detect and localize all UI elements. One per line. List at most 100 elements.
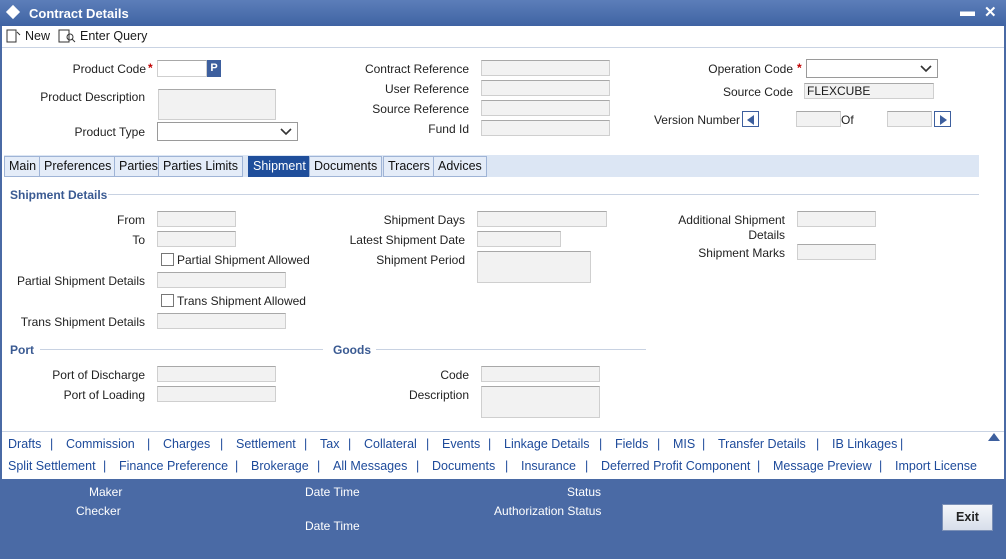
link-transfer-details[interactable]: Transfer Details — [718, 437, 806, 451]
shipment-period-label: Shipment Period — [376, 253, 465, 267]
link-separator: | — [816, 437, 820, 451]
link-message-preview[interactable]: Message Preview — [773, 459, 872, 473]
toolbar: New Enter Query — [0, 26, 1006, 48]
port-of-discharge-field[interactable] — [157, 366, 276, 382]
new-button-label: New — [25, 29, 51, 43]
link-ib-linkages[interactable]: IB Linkages — [832, 437, 897, 451]
source-reference-field[interactable] — [481, 100, 610, 116]
product-code-required-mark: * — [148, 61, 153, 75]
tab-preferences[interactable]: Preferences — [39, 156, 117, 177]
enter-query-button-label: Enter Query — [80, 29, 148, 43]
section-divider — [40, 349, 323, 350]
link-separator: | — [426, 437, 430, 451]
port-of-loading-field[interactable] — [157, 386, 276, 402]
link-documents[interactable]: Documents — [432, 459, 495, 473]
product-description-field[interactable] — [158, 89, 276, 120]
link-linkage-details[interactable]: Linkage Details — [504, 437, 589, 451]
port-of-loading-label: Port of Loading — [63, 388, 145, 402]
link-drafts[interactable]: Drafts — [8, 437, 41, 451]
tab-main[interactable]: Main — [4, 156, 42, 177]
partial-shipment-allowed-label: Partial Shipment Allowed — [177, 253, 310, 267]
enter-query-button[interactable]: Enter Query — [58, 29, 147, 43]
tab-parties[interactable]: Parties — [114, 156, 163, 177]
link-brokerage[interactable]: Brokerage — [251, 459, 309, 473]
link-tax[interactable]: Tax — [320, 437, 339, 451]
link-separator: | — [599, 437, 603, 451]
link-finance-preference[interactable]: Finance Preference — [119, 459, 228, 473]
goods-code-field[interactable] — [481, 366, 600, 382]
link-insurance[interactable]: Insurance — [521, 459, 576, 473]
trans-shipment-allowed-label: Trans Shipment Allowed — [177, 294, 306, 308]
version-total-field[interactable] — [887, 111, 932, 127]
link-separator: | — [657, 437, 661, 451]
operation-code-select[interactable] — [806, 59, 938, 78]
authorization-status-label: Authorization Status — [494, 504, 602, 518]
link-fields[interactable]: Fields — [615, 437, 648, 451]
link-separator: | — [488, 437, 492, 451]
link-separator: | — [50, 437, 54, 451]
product-description-label: Product Description — [40, 90, 145, 104]
user-reference-field[interactable] — [481, 80, 610, 96]
window-title: Contract Details — [29, 6, 129, 21]
port-of-discharge-label: Port of Discharge — [52, 368, 145, 382]
tab-tracers[interactable]: Tracers — [383, 156, 435, 177]
shipment-marks-label: Shipment Marks — [698, 246, 785, 260]
link-separator: | — [348, 437, 352, 451]
minimize-icon[interactable]: ▬ — [960, 3, 975, 20]
user-reference-label: User Reference — [384, 82, 469, 96]
version-previous-button[interactable] — [742, 111, 759, 127]
title-bar: Contract Details ▬ ✕ — [0, 0, 1006, 26]
source-code-field[interactable]: FLEXCUBE — [804, 83, 934, 99]
shipment-days-field[interactable] — [477, 211, 607, 227]
tab-parties-limits[interactable]: Parties Limits — [158, 156, 244, 177]
tab-bar: Main Preferences Parties Parties Limits … — [4, 155, 979, 177]
link-commission[interactable]: Commission — [66, 437, 135, 451]
product-type-select[interactable] — [157, 122, 298, 141]
link-separator: | — [416, 459, 420, 473]
link-all-messages[interactable]: All Messages — [333, 459, 407, 473]
tab-shipment[interactable]: Shipment — [248, 156, 311, 177]
shipment-days-label: Shipment Days — [383, 213, 465, 227]
link-settlement[interactable]: Settlement — [236, 437, 296, 451]
tab-advices[interactable]: Advices — [433, 156, 487, 177]
checker-date-time-label: Date Time — [305, 519, 360, 533]
partial-shipment-details-field[interactable] — [157, 272, 286, 288]
to-field[interactable] — [157, 231, 236, 247]
version-next-button[interactable] — [934, 111, 951, 127]
link-separator: | — [505, 459, 509, 473]
section-divider — [108, 194, 979, 195]
shipment-details-heading: Shipment Details — [10, 188, 108, 202]
arrow-right-icon — [940, 115, 947, 125]
link-events[interactable]: Events — [442, 437, 480, 451]
version-of-label: Of — [841, 113, 854, 127]
link-charges[interactable]: Charges — [163, 437, 210, 451]
product-code-lov-button[interactable]: P — [207, 60, 221, 77]
link-separator: | — [235, 459, 239, 473]
link-mis[interactable]: MIS — [673, 437, 695, 451]
link-import-license[interactable]: Import License — [895, 459, 977, 473]
latest-shipment-date-field[interactable] — [477, 231, 561, 247]
link-collateral[interactable]: Collateral — [364, 437, 417, 451]
contract-reference-field[interactable] — [481, 60, 610, 76]
from-field[interactable] — [157, 211, 236, 227]
additional-shipment-details-field[interactable] — [797, 211, 876, 227]
version-current-field[interactable] — [796, 111, 841, 127]
link-deferred-profit-component[interactable]: Deferred Profit Component — [601, 459, 750, 473]
trans-shipment-details-field[interactable] — [157, 313, 286, 329]
trans-shipment-allowed-checkbox[interactable] — [161, 294, 174, 307]
partial-shipment-allowed-checkbox[interactable] — [161, 253, 174, 266]
new-button[interactable]: New — [5, 29, 50, 43]
link-split-settlement[interactable]: Split Settlement — [8, 459, 96, 473]
goods-description-field[interactable] — [481, 386, 600, 418]
exit-button[interactable]: Exit — [942, 504, 993, 531]
close-icon[interactable]: ✕ — [984, 3, 997, 21]
link-separator: | — [879, 459, 883, 473]
additional-shipment-details-label: Additional Shipment — [678, 213, 785, 227]
fund-id-field[interactable] — [481, 120, 610, 136]
shipment-period-field[interactable] — [477, 251, 591, 283]
shipment-marks-field[interactable] — [797, 244, 876, 260]
scroll-up-icon[interactable] — [988, 433, 1000, 441]
product-code-input[interactable] — [157, 60, 207, 77]
product-code-label: Product Code — [72, 62, 146, 76]
tab-documents[interactable]: Documents — [309, 156, 383, 177]
